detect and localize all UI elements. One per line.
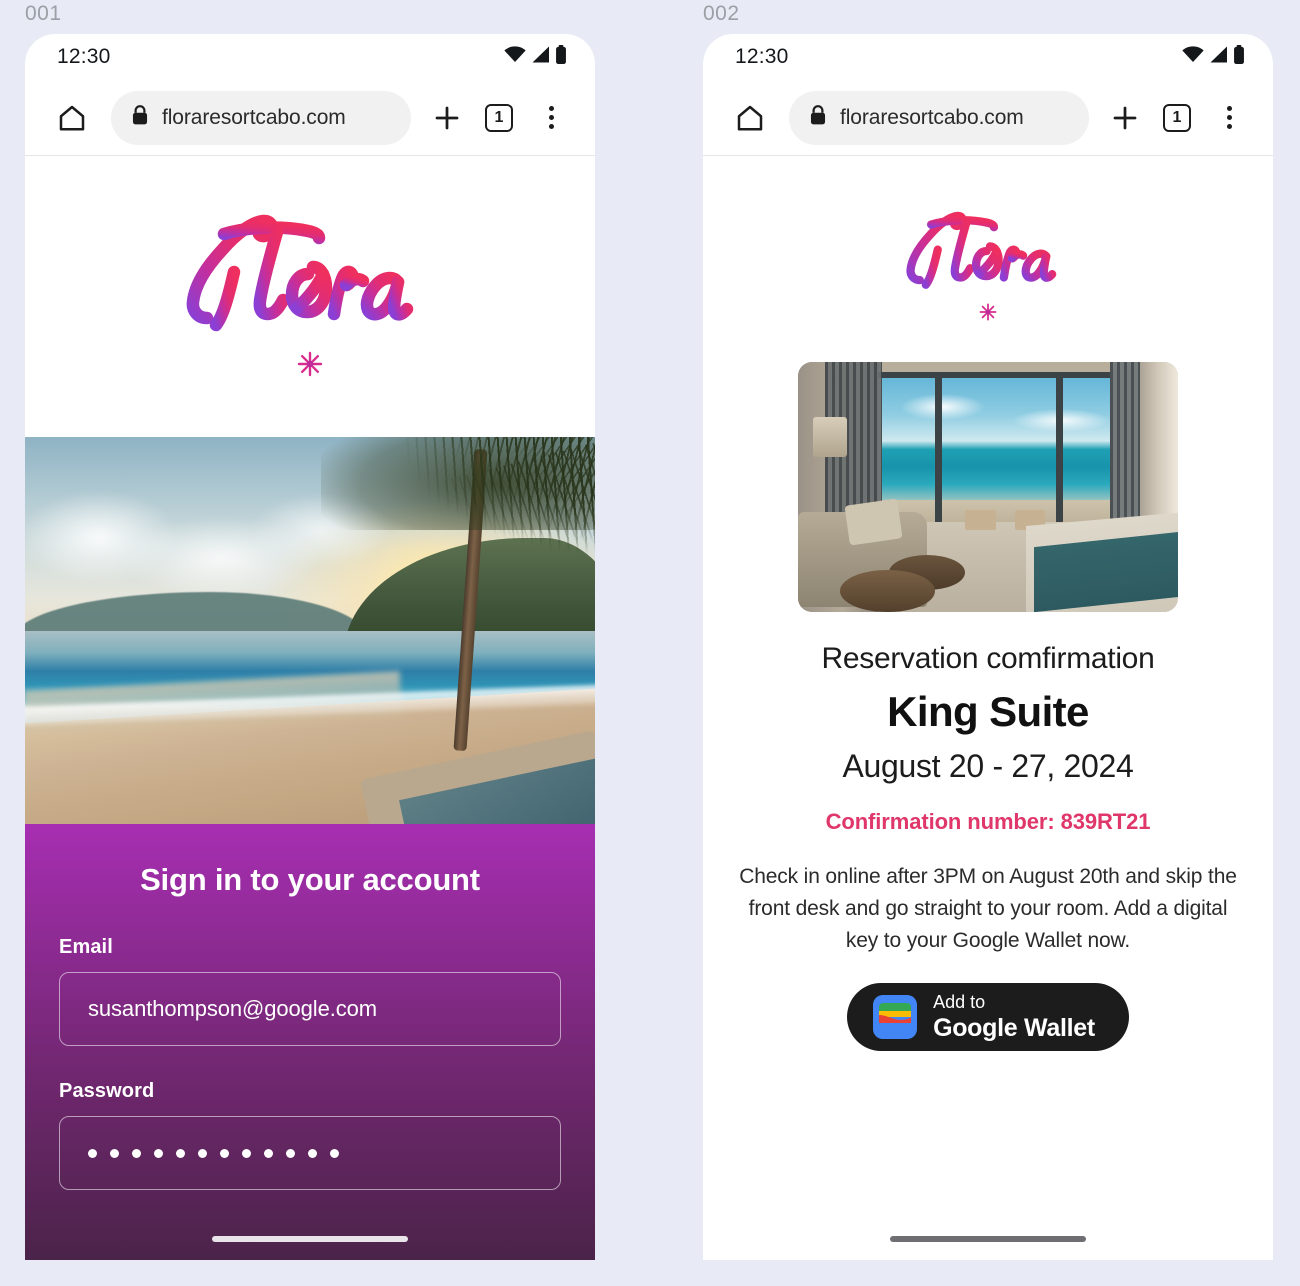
email-label: Email xyxy=(59,936,113,958)
status-icon-group xyxy=(504,45,567,69)
photo-window-mullion xyxy=(934,372,942,522)
home-indicator[interactable] xyxy=(890,1236,1086,1242)
checkin-note: Check in online after 3PM on August 20th… xyxy=(739,865,1237,952)
photo-window-mullion xyxy=(1056,372,1064,522)
status-icon-group xyxy=(1182,45,1245,69)
wifi-icon xyxy=(1182,46,1204,68)
address-bar-url: floraresortcabo.com xyxy=(162,105,346,129)
photo-cloud xyxy=(901,394,984,421)
browser-toolbar: floraresortcabo.com 1 xyxy=(25,80,595,156)
brand-header xyxy=(899,210,1077,326)
cell-signal-icon xyxy=(1209,46,1228,68)
address-bar-url: floraresortcabo.com xyxy=(840,105,1024,129)
photo-coffee-table xyxy=(839,569,935,612)
email-field[interactable]: susanthompson@google.com xyxy=(59,972,561,1046)
photo-window-beam xyxy=(874,372,1133,378)
photo-right-curtain xyxy=(1109,362,1140,527)
phone-frame-001: 12:30 floraresortcabo.com 1 Sign in to y… xyxy=(25,34,595,1260)
asterisk-flower-icon xyxy=(297,351,323,382)
kebab-menu-icon xyxy=(1226,106,1232,129)
tab-switcher-button[interactable]: 1 xyxy=(1155,96,1199,140)
new-tab-button[interactable] xyxy=(1103,96,1147,140)
reservation-heading: Reservation comfirmation xyxy=(821,642,1155,675)
room-name: King Suite xyxy=(887,688,1089,735)
password-label: Password xyxy=(59,1080,155,1102)
home-button[interactable] xyxy=(49,95,95,141)
google-wallet-icon xyxy=(873,995,918,1039)
stay-dates: August 20 - 27, 2024 xyxy=(842,748,1134,784)
address-bar[interactable]: floraresortcabo.com xyxy=(111,90,411,145)
wallet-button-line2: Google Wallet xyxy=(933,1014,1095,1042)
status-bar: 12:30 xyxy=(25,34,595,80)
password-field[interactable] xyxy=(59,1116,561,1190)
home-button[interactable] xyxy=(727,95,773,141)
status-time: 12:30 xyxy=(57,45,111,68)
flora-wordmark-logo xyxy=(899,210,1077,301)
status-bar: 12:30 xyxy=(703,34,1273,80)
new-tab-button[interactable] xyxy=(425,96,469,140)
king-suite-ocean-view-photo xyxy=(798,362,1178,612)
signin-page: Sign in to your account Email susanthomp… xyxy=(25,156,595,1260)
beach-sunset-photo xyxy=(25,437,595,824)
add-to-google-wallet-button[interactable]: Add to Google Wallet xyxy=(847,983,1129,1051)
battery-icon xyxy=(1233,45,1245,69)
browser-menu-button[interactable] xyxy=(529,96,573,140)
flora-wordmark-logo xyxy=(176,212,444,347)
brand-header xyxy=(25,156,595,437)
photo-balcony-stool xyxy=(965,509,996,530)
photo-wall-lamp xyxy=(813,417,848,457)
lock-icon xyxy=(131,104,149,131)
home-indicator[interactable] xyxy=(212,1236,408,1242)
frame-label-002: 002 xyxy=(703,2,740,25)
wallet-button-line1: Add to xyxy=(933,992,986,1012)
address-bar[interactable]: floraresortcabo.com xyxy=(789,90,1089,145)
tab-count: 1 xyxy=(485,103,513,132)
wifi-icon xyxy=(504,46,526,68)
cell-signal-icon xyxy=(531,46,550,68)
photo-pillow xyxy=(844,498,904,546)
browser-toolbar: floraresortcabo.com 1 xyxy=(703,80,1273,156)
frame-label-001: 001 xyxy=(25,2,62,25)
screenshot-canvas: 001 12:30 floraresortcabo.com 1 Sign in … xyxy=(0,0,1300,1286)
signin-title: Sign in to your account xyxy=(140,862,480,897)
asterisk-flower-icon xyxy=(979,303,997,326)
email-value: susanthompson@google.com xyxy=(88,996,377,1021)
password-masked-value xyxy=(88,1148,339,1158)
phone-frame-002: 12:30 floraresortcabo.com 1 Reservation … xyxy=(703,34,1273,1260)
kebab-menu-icon xyxy=(548,106,554,129)
signin-panel: Sign in to your account Email susanthomp… xyxy=(25,824,595,1260)
status-time: 12:30 xyxy=(735,45,789,68)
wallet-button-labels: Add to Google Wallet xyxy=(933,993,1095,1041)
browser-menu-button[interactable] xyxy=(1207,96,1251,140)
lock-icon xyxy=(809,104,827,131)
confirmation-page: Reservation comfirmation King Suite Augu… xyxy=(703,156,1273,1260)
battery-icon xyxy=(555,45,567,69)
tab-count: 1 xyxy=(1163,103,1191,132)
confirmation-number: Confirmation number: 839RT21 xyxy=(825,809,1151,834)
tab-switcher-button[interactable]: 1 xyxy=(477,96,521,140)
